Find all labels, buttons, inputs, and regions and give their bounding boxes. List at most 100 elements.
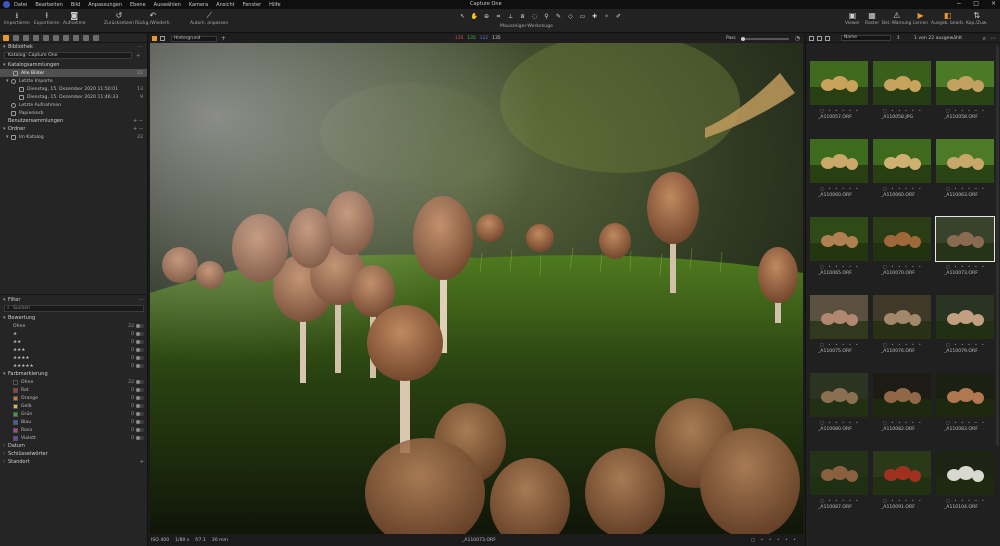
rating-controls[interactable]: □ • • • • • [751, 538, 798, 543]
all-images-item[interactable]: Alle Bilder 22 [0, 69, 147, 77]
more-icon[interactable]: ⋯ [990, 35, 996, 42]
thumbnail-rating[interactable]: □ • • • • • [883, 498, 923, 503]
layer-icon[interactable] [152, 36, 157, 41]
thumbnail[interactable]: □ • • • • • _A110060.ORF [808, 139, 872, 218]
copy-apply-button[interactable]: ⇅ Kop./Zuw. [966, 11, 987, 26]
capture-button[interactable]: ◙ Aufnahme [63, 11, 86, 26]
date-filter-header[interactable]: › Datum [0, 442, 148, 450]
color-filter-row[interactable]: Violett 0 [0, 434, 148, 442]
thumbnail-image[interactable] [936, 295, 994, 339]
add-collection-icon[interactable]: + − [133, 118, 143, 124]
thumbnail-image[interactable] [810, 217, 868, 261]
rating-filter-row[interactable]: ★★★ 0 [0, 346, 148, 354]
color-toggle[interactable] [136, 428, 144, 432]
catalog-select[interactable]: Katalog: Capture One [4, 52, 132, 59]
output-tab-icon[interactable] [73, 35, 79, 41]
thumbnail[interactable]: □ • • • • • _A110065.ORF [808, 217, 872, 296]
maximize-button[interactable]: □ [973, 0, 979, 7]
color-filter-row[interactable]: Rot 0 [0, 386, 148, 394]
rating-toggle[interactable] [136, 364, 144, 368]
menu-select[interactable]: Auswählen [154, 2, 181, 8]
thumbnail-rating[interactable]: □ • • • • • [946, 264, 986, 269]
thumbnail[interactable]: □ • • • • • _A110087.ORF [808, 451, 872, 530]
rating-toggle[interactable] [136, 348, 144, 352]
more-icon[interactable]: ⋯ [139, 297, 144, 303]
zoom-slider[interactable] [741, 37, 789, 41]
metadata-tab-icon[interactable] [63, 35, 69, 41]
picker-tool-icon[interactable]: ⚲ [542, 12, 551, 21]
gradient-tool-icon[interactable]: ▭ [578, 12, 587, 21]
color-toggle[interactable] [136, 436, 144, 440]
thumbnail-rating[interactable]: □ • • • • • [883, 186, 923, 191]
export-button[interactable]: ⭱ Exportieren [34, 11, 60, 26]
color-tag-header[interactable]: ▾ Farbmarkierung [0, 370, 148, 378]
detail-tab-icon[interactable] [53, 35, 59, 41]
thumbnail[interactable]: □ • • • • • _A110070.ORF [871, 217, 935, 296]
user-collections-header[interactable]: Benutzersammlungen + − [0, 117, 147, 125]
thumbnail-image[interactable] [936, 451, 994, 495]
thumbnail-rating[interactable]: □ • • • • • [883, 108, 923, 113]
thumbnail-rating[interactable]: □ • • • • • [946, 342, 986, 347]
brush-tool-icon[interactable]: ✎ [554, 12, 563, 21]
rating-filter-row[interactable]: ★★★★ 0 [0, 354, 148, 362]
spot-tool-icon[interactable]: ◌ [530, 12, 539, 21]
thumbnail-rating[interactable]: □ • • • • • [946, 420, 986, 425]
thumbnail-rating[interactable]: □ • • • • • [820, 342, 860, 347]
edit-output-button[interactable]: ◧ Ausgeb. bearb. [931, 11, 964, 26]
rating-toggle[interactable] [136, 324, 144, 328]
thumbnail[interactable]: □ • • • • • _A110063.ORF [934, 139, 998, 218]
library-header[interactable]: ▾ Bibliothek ⋯ [0, 43, 147, 51]
color-tab-icon[interactable] [33, 35, 39, 41]
color-filter-row[interactable]: Rosa 0 [0, 426, 148, 434]
zoom-fit-label[interactable]: Pass [726, 36, 736, 41]
rating-filter-row[interactable]: ★★ 0 [0, 338, 148, 346]
color-filter-row[interactable]: Blau 0 [0, 418, 148, 426]
pan-tool-icon[interactable]: ✋ [470, 12, 479, 21]
search-icon[interactable]: ⌕ [983, 35, 986, 43]
thumbnail[interactable]: □ • • • • • _A110058.ORF [934, 61, 998, 140]
zoom-slider-knob[interactable] [741, 37, 745, 41]
thumbnail-image[interactable] [873, 373, 931, 417]
import-item-2[interactable]: Dienstag, 15. Dezember 2020 11:46:33 9 [0, 93, 147, 101]
thumbnail-rating[interactable]: □ • • • • • [946, 108, 986, 113]
thumbnail-image[interactable] [873, 139, 931, 183]
reset-button[interactable]: ↺ Zurücksetzen [104, 11, 134, 26]
rating-filter-row[interactable]: ★ 0 [0, 330, 148, 338]
thumbnail-rating[interactable]: □ • • • • • [883, 264, 923, 269]
thumbnail-image[interactable] [810, 373, 868, 417]
auto-adjust-button[interactable]: ⟋ Autom. anpassen [190, 11, 228, 26]
annotate-tool-icon[interactable]: ✐ [614, 12, 623, 21]
menu-camera[interactable]: Kamera [189, 2, 208, 8]
menu-file[interactable]: Datei [14, 2, 27, 8]
keystone-tool-icon[interactable]: ⧈ [518, 12, 527, 21]
color-toggle[interactable] [136, 396, 144, 400]
color-filter-row[interactable]: Ohne 22 [0, 378, 148, 386]
filmstrip-view-icon[interactable] [825, 35, 830, 41]
menu-layer[interactable]: Ebene [130, 2, 146, 8]
exposure-warning-button[interactable]: ⚠ Bel.-Warnung [882, 11, 911, 26]
undo-redo-button[interactable]: ↶ Rückg./Wiederh. [135, 11, 171, 26]
minimize-button[interactable]: − [956, 0, 961, 7]
thumbnail-rating[interactable]: □ • • • • • [820, 498, 860, 503]
menu-adjustments[interactable]: Anpassungen [88, 2, 122, 8]
thumbnail-rating[interactable]: □ • • • • • [820, 186, 860, 191]
rating-filter-row[interactable]: Ohne 22 [0, 322, 148, 330]
zoom-icon[interactable]: ◔ [795, 35, 800, 42]
menu-image[interactable]: Bild [71, 2, 80, 8]
add-folder-icon[interactable]: + − [133, 126, 143, 132]
add-catalog-icon[interactable]: + [136, 53, 140, 59]
thumbnail-rating[interactable]: □ • • • • • [820, 264, 860, 269]
recent-imports-item[interactable]: ▾ Letzte Importe [0, 77, 147, 85]
color-filter-row[interactable]: Orange 0 [0, 394, 148, 402]
clone-tool-icon[interactable]: ⚬ [602, 12, 611, 21]
keywords-filter-header[interactable]: › Schlüsselwörter [0, 450, 148, 458]
thumbnail[interactable]: □ • • • • • _A110076.ORF [871, 295, 935, 374]
menu-help[interactable]: Hilfe [269, 2, 280, 8]
library-tab-icon[interactable] [3, 35, 9, 41]
zoom-tool-icon[interactable]: ⊕ [482, 12, 491, 21]
sort-select[interactable]: Name [841, 35, 891, 41]
select-tool-icon[interactable]: ↖ [458, 12, 467, 21]
mask-icon[interactable] [160, 36, 165, 41]
menu-edit[interactable]: Bearbeiten [35, 2, 62, 8]
import-item-1[interactable]: Dienstag, 15. Dezember 2020 11:50:01 13 [0, 85, 147, 93]
